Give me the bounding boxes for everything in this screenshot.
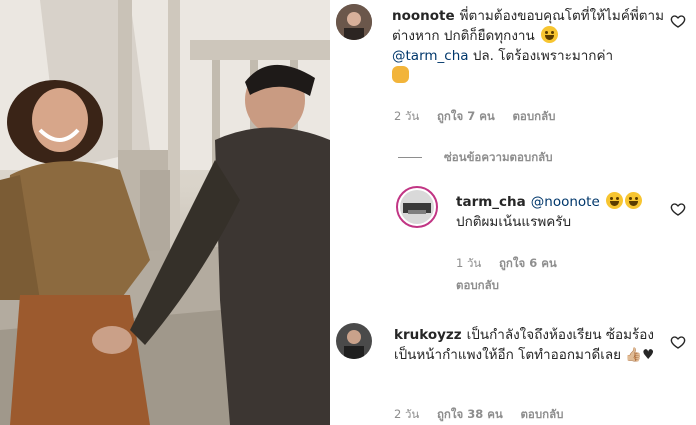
heart-outline-icon[interactable] [670,334,686,350]
reply-button[interactable]: ตอบกลับ [456,277,499,295]
photo-illustration [0,0,330,425]
comment-meta: 1 วัน ถูกใจ 6 คน [456,255,571,273]
laughing-emoji-icon [606,192,624,209]
avatar[interactable] [336,323,372,359]
avatar-image [400,190,434,224]
comment-body-2: ปล. โตร้องเพราะมากค่า [472,48,614,64]
thumbs-heart-emoji: 👍🏼♥ [625,347,655,363]
mention-link[interactable]: @tarm_cha [392,48,469,64]
comment-age: 2 วัน [394,109,420,123]
mention-link[interactable]: @noonote [531,194,600,210]
like-count-button[interactable]: ถูกใจ 7 คน [437,109,495,123]
avatar-image [336,4,372,40]
like-count-button[interactable]: ถูกใจ 38 คน [437,407,503,421]
comment-username[interactable]: noonote [392,8,455,24]
comment-text: noonote พี่ตามต้องขอบคุณโตที่ให้ไมค์พี่ตา… [392,6,672,86]
comment-text: tarm_cha @noonote ปกติผมเน้นแรพครับ [456,192,676,232]
like-count-button[interactable]: ถูกใจ 6 คน [499,256,557,270]
post-photo [0,0,330,425]
comment-age: 1 วัน [456,256,482,270]
laughing-emoji-icon [541,26,559,43]
avatar-image [336,323,372,359]
reply-button[interactable]: ตอบกลับ [520,407,563,421]
heart-outline-icon[interactable] [670,201,686,217]
laughing-emoji-icon [625,192,643,209]
heart-outline-icon[interactable] [670,13,686,29]
comment-meta: 2 วัน ถูกใจ 7 คน ตอบกลับ [394,108,569,126]
clapping-hands-emoji-icon [392,66,409,83]
hide-replies-button[interactable]: ซ่อนข้อความตอบกลับ [444,149,553,167]
reply-button[interactable]: ตอบกลับ [512,109,555,123]
avatar[interactable] [336,4,372,40]
comment-body: ปกติผมเน้นแรพครับ [456,214,572,230]
comments-panel: noonote พี่ตามต้องขอบคุณโตที่ให้ไมค์พี่ตา… [330,0,696,425]
avatar[interactable] [396,186,438,228]
comment-text: krukoyzz เป็นกำลังใจถึงห้องเรียน ซ้อมร้อง… [394,325,666,365]
comment-age: 2 วัน [394,407,420,421]
replies-divider [398,157,422,158]
comment-username[interactable]: tarm_cha [456,194,526,210]
comment-username[interactable]: krukoyzz [394,327,462,343]
comment-meta: 2 วัน ถูกใจ 38 คน ตอบกลับ [394,406,577,424]
